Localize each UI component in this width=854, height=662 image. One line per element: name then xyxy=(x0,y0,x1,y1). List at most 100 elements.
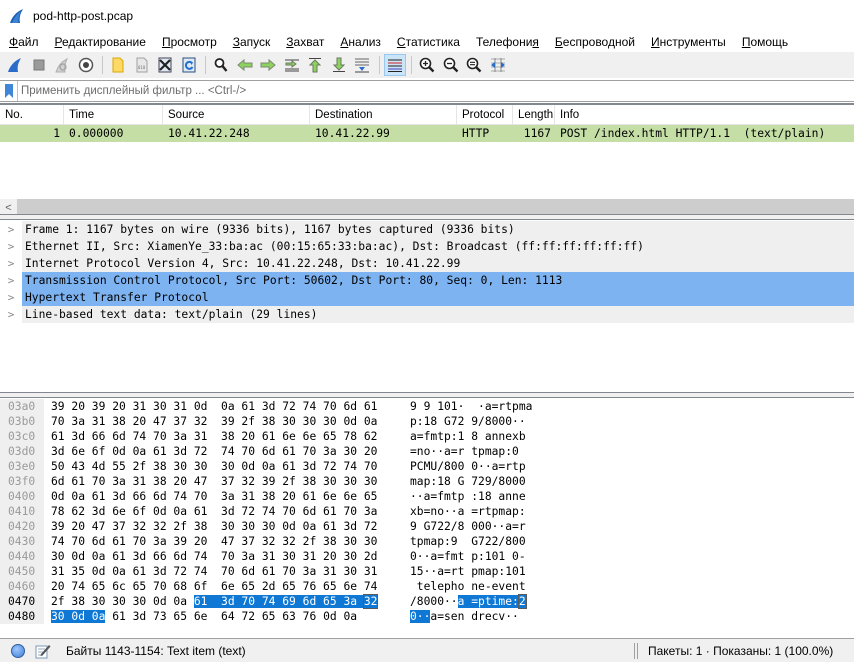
hex-row[interactable]: 0400 0d 0a 61 3d 66 6d 74 70 3a 31 38 20 … xyxy=(0,489,854,504)
go-back-button[interactable] xyxy=(234,54,256,76)
menu-8[interactable]: Беспроводной xyxy=(546,35,642,49)
zoom-in-button[interactable] xyxy=(416,54,438,76)
hex-row[interactable]: 0450 31 35 0d 0a 61 3d 72 74 70 6d 61 70 … xyxy=(0,564,854,579)
hex-row[interactable]: 0470 2f 38 30 30 30 0d 0a 61 3d 70 74 69 … xyxy=(0,594,854,609)
hex-ascii[interactable]: 9 9 101· ·a=rtpma xyxy=(410,399,532,414)
column-header-time[interactable]: Time xyxy=(64,105,163,125)
chevron-right-icon[interactable]: > xyxy=(0,221,22,238)
hex-row[interactable]: 0460 20 74 65 6c 65 70 68 6f 6e 65 2d 65 … xyxy=(0,579,854,594)
menu-4[interactable]: Захват xyxy=(277,35,331,49)
hex-bytes[interactable]: 61 3d 66 6d 74 70 3a 31 38 20 61 6e 6e 6… xyxy=(44,429,410,444)
menu-5[interactable]: Анализ xyxy=(331,35,388,49)
hex-row[interactable]: 0440 30 0d 0a 61 3d 66 6d 74 70 3a 31 30 … xyxy=(0,549,854,564)
tree-item[interactable]: > Transmission Control Protocol, Src Port… xyxy=(0,272,854,289)
zoom-out-button[interactable] xyxy=(440,54,462,76)
hex-bytes[interactable]: 74 70 6d 61 70 3a 39 20 47 37 32 32 2f 3… xyxy=(44,534,410,549)
hex-ascii[interactable]: a=fmtp:1 8 annexb xyxy=(410,429,526,444)
zoom-normal-button[interactable] xyxy=(463,54,485,76)
hex-bytes[interactable]: 39 20 47 37 32 32 2f 38 30 30 30 0d 0a 6… xyxy=(44,519,410,534)
menu-0[interactable]: Файл xyxy=(0,35,46,49)
filter-bookmark-button[interactable] xyxy=(0,81,18,101)
hex-row[interactable]: 03f0 6d 61 70 3a 31 38 20 47 37 32 39 2f … xyxy=(0,474,854,489)
capture-options-button[interactable] xyxy=(75,54,97,76)
hex-ascii[interactable]: map:18 G 729/8000 xyxy=(410,474,526,489)
menu-2[interactable]: Просмотр xyxy=(153,35,224,49)
hex-bytes[interactable]: 39 20 39 20 31 30 31 0d 0a 61 3d 72 74 7… xyxy=(44,399,410,414)
hex-ascii[interactable]: =no··a=r tpmap:0 xyxy=(410,444,526,459)
hex-row[interactable]: 03d0 3d 6e 6f 0d 0a 61 3d 72 74 70 6d 61 … xyxy=(0,444,854,459)
chevron-right-icon[interactable]: > xyxy=(0,272,22,289)
hex-ascii[interactable]: PCMU/800 0··a=rtp xyxy=(410,459,526,474)
hex-row[interactable]: 03b0 70 3a 31 38 20 47 37 32 39 2f 38 30 … xyxy=(0,414,854,429)
chevron-right-icon[interactable]: > xyxy=(0,255,22,272)
close-file-button[interactable] xyxy=(154,54,176,76)
column-header-source[interactable]: Source xyxy=(163,105,310,125)
menu-10[interactable]: Помощь xyxy=(733,35,795,49)
go-to-packet-button[interactable] xyxy=(281,54,303,76)
colorize-button[interactable] xyxy=(383,54,406,76)
restart-capture-button[interactable] xyxy=(51,54,73,76)
hex-bytes[interactable]: 50 43 4d 55 2f 38 30 30 30 0d 0a 61 3d 7… xyxy=(44,459,410,474)
hex-ascii[interactable]: telepho ne-event xyxy=(410,579,526,594)
tree-item[interactable]: > Ethernet II, Src: XiamenYe_33:ba:ac (00… xyxy=(0,238,854,255)
display-filter-input[interactable] xyxy=(18,82,854,100)
hex-bytes[interactable]: 70 3a 31 38 20 47 37 32 39 2f 38 30 30 3… xyxy=(44,414,410,429)
menu-3[interactable]: Запуск xyxy=(224,35,278,49)
last-packet-button[interactable] xyxy=(328,54,350,76)
menu-7[interactable]: Телефония xyxy=(467,35,546,49)
menu-9[interactable]: Инструменты xyxy=(642,35,733,49)
hex-ascii[interactable]: 0··a=sen drecv·· xyxy=(410,609,519,624)
find-packet-button[interactable] xyxy=(210,54,232,76)
reload-file-button[interactable] xyxy=(178,54,200,76)
autoscroll-button[interactable] xyxy=(351,54,373,76)
hex-row[interactable]: 0410 78 62 3d 6e 6f 0d 0a 61 3d 72 74 70 … xyxy=(0,504,854,519)
column-header-info[interactable]: Info xyxy=(555,105,854,125)
stop-capture-button[interactable] xyxy=(28,54,50,76)
tree-item[interactable]: > Hypertext Transfer Protocol xyxy=(0,289,854,306)
tree-item[interactable]: > Line-based text data: text/plain (29 li… xyxy=(0,306,854,323)
hex-row[interactable]: 03c0 61 3d 66 6d 74 70 3a 31 38 20 61 6e … xyxy=(0,429,854,444)
column-header-destination[interactable]: Destination xyxy=(310,105,457,125)
menu-1[interactable]: Редактирование xyxy=(46,35,153,49)
tree-item[interactable]: > Frame 1: 1167 bytes on wire (9336 bits)… xyxy=(0,221,854,238)
chevron-right-icon[interactable]: > xyxy=(0,289,22,306)
hex-bytes[interactable]: 20 74 65 6c 65 70 68 6f 6e 65 2d 65 76 6… xyxy=(44,579,410,594)
start-capture-button[interactable] xyxy=(4,54,26,76)
resize-columns-button[interactable] xyxy=(487,54,509,76)
hex-bytes[interactable]: 78 62 3d 6e 6f 0d 0a 61 3d 72 74 70 6d 6… xyxy=(44,504,410,519)
chevron-right-icon[interactable]: > xyxy=(0,238,22,255)
column-header-no[interactable]: No. xyxy=(0,105,64,125)
hex-ascii[interactable]: /8000··a =ptime:2 xyxy=(410,594,527,609)
hex-ascii[interactable]: xb=no··a =rtpmap: xyxy=(410,504,526,519)
hex-ascii[interactable]: ··a=fmtp :18 anne xyxy=(410,489,526,504)
hex-row[interactable]: 03e0 50 43 4d 55 2f 38 30 30 30 0d 0a 61 … xyxy=(0,459,854,474)
hex-bytes[interactable]: 3d 6e 6f 0d 0a 61 3d 72 74 70 6d 61 70 3… xyxy=(44,444,410,459)
hex-row[interactable]: 0430 74 70 6d 61 70 3a 39 20 47 37 32 32 … xyxy=(0,534,854,549)
first-packet-button[interactable] xyxy=(304,54,326,76)
open-file-button[interactable] xyxy=(107,54,129,76)
hex-bytes[interactable]: 31 35 0d 0a 61 3d 72 74 70 6d 61 70 3a 3… xyxy=(44,564,410,579)
hex-bytes[interactable]: 2f 38 30 30 30 0d 0a 61 3d 70 74 69 6d 6… xyxy=(44,594,410,609)
go-forward-button[interactable] xyxy=(257,54,279,76)
hex-row[interactable]: 03a0 39 20 39 20 31 30 31 0d 0a 61 3d 72 … xyxy=(0,399,854,414)
hex-row[interactable]: 0420 39 20 47 37 32 32 2f 38 30 30 30 0d … xyxy=(0,519,854,534)
hex-ascii[interactable]: tpmap:9 G722/800 xyxy=(410,534,526,549)
hex-row[interactable]: 0480 30 0d 0a 61 3d 73 65 6e 64 72 65 63 … xyxy=(0,609,854,624)
chevron-right-icon[interactable]: > xyxy=(0,306,22,323)
hex-bytes[interactable]: 0d 0a 61 3d 66 6d 74 70 3a 31 38 20 61 6… xyxy=(44,489,410,504)
capture-comment-icon[interactable] xyxy=(35,643,51,659)
hex-ascii[interactable]: 9 G722/8 000··a=r xyxy=(410,519,526,534)
hex-ascii[interactable]: 15··a=rt pmap:101 xyxy=(410,564,526,579)
tree-item[interactable]: > Internet Protocol Version 4, Src: 10.41… xyxy=(0,255,854,272)
hex-ascii[interactable]: p:18 G72 9/8000·· xyxy=(410,414,526,429)
hex-bytes[interactable]: 6d 61 70 3a 31 38 20 47 37 32 39 2f 38 3… xyxy=(44,474,410,489)
expert-info-icon[interactable] xyxy=(11,643,25,658)
hex-bytes[interactable]: 30 0d 0a 61 3d 66 6d 74 70 3a 31 30 31 2… xyxy=(44,549,410,564)
hex-ascii[interactable]: 0··a=fmt p:101 0- xyxy=(410,549,526,564)
packet-row[interactable]: 1 0.000000 10.41.22.248 10.41.22.99 HTTP… xyxy=(0,125,854,142)
save-file-button[interactable]: 010 xyxy=(131,54,153,76)
pane-splitter[interactable] xyxy=(0,214,854,220)
column-header-length[interactable]: Length xyxy=(513,105,555,125)
hex-bytes[interactable]: 30 0d 0a 61 3d 73 65 6e 64 72 65 63 76 0… xyxy=(44,609,410,624)
menu-6[interactable]: Статистика xyxy=(388,35,467,49)
